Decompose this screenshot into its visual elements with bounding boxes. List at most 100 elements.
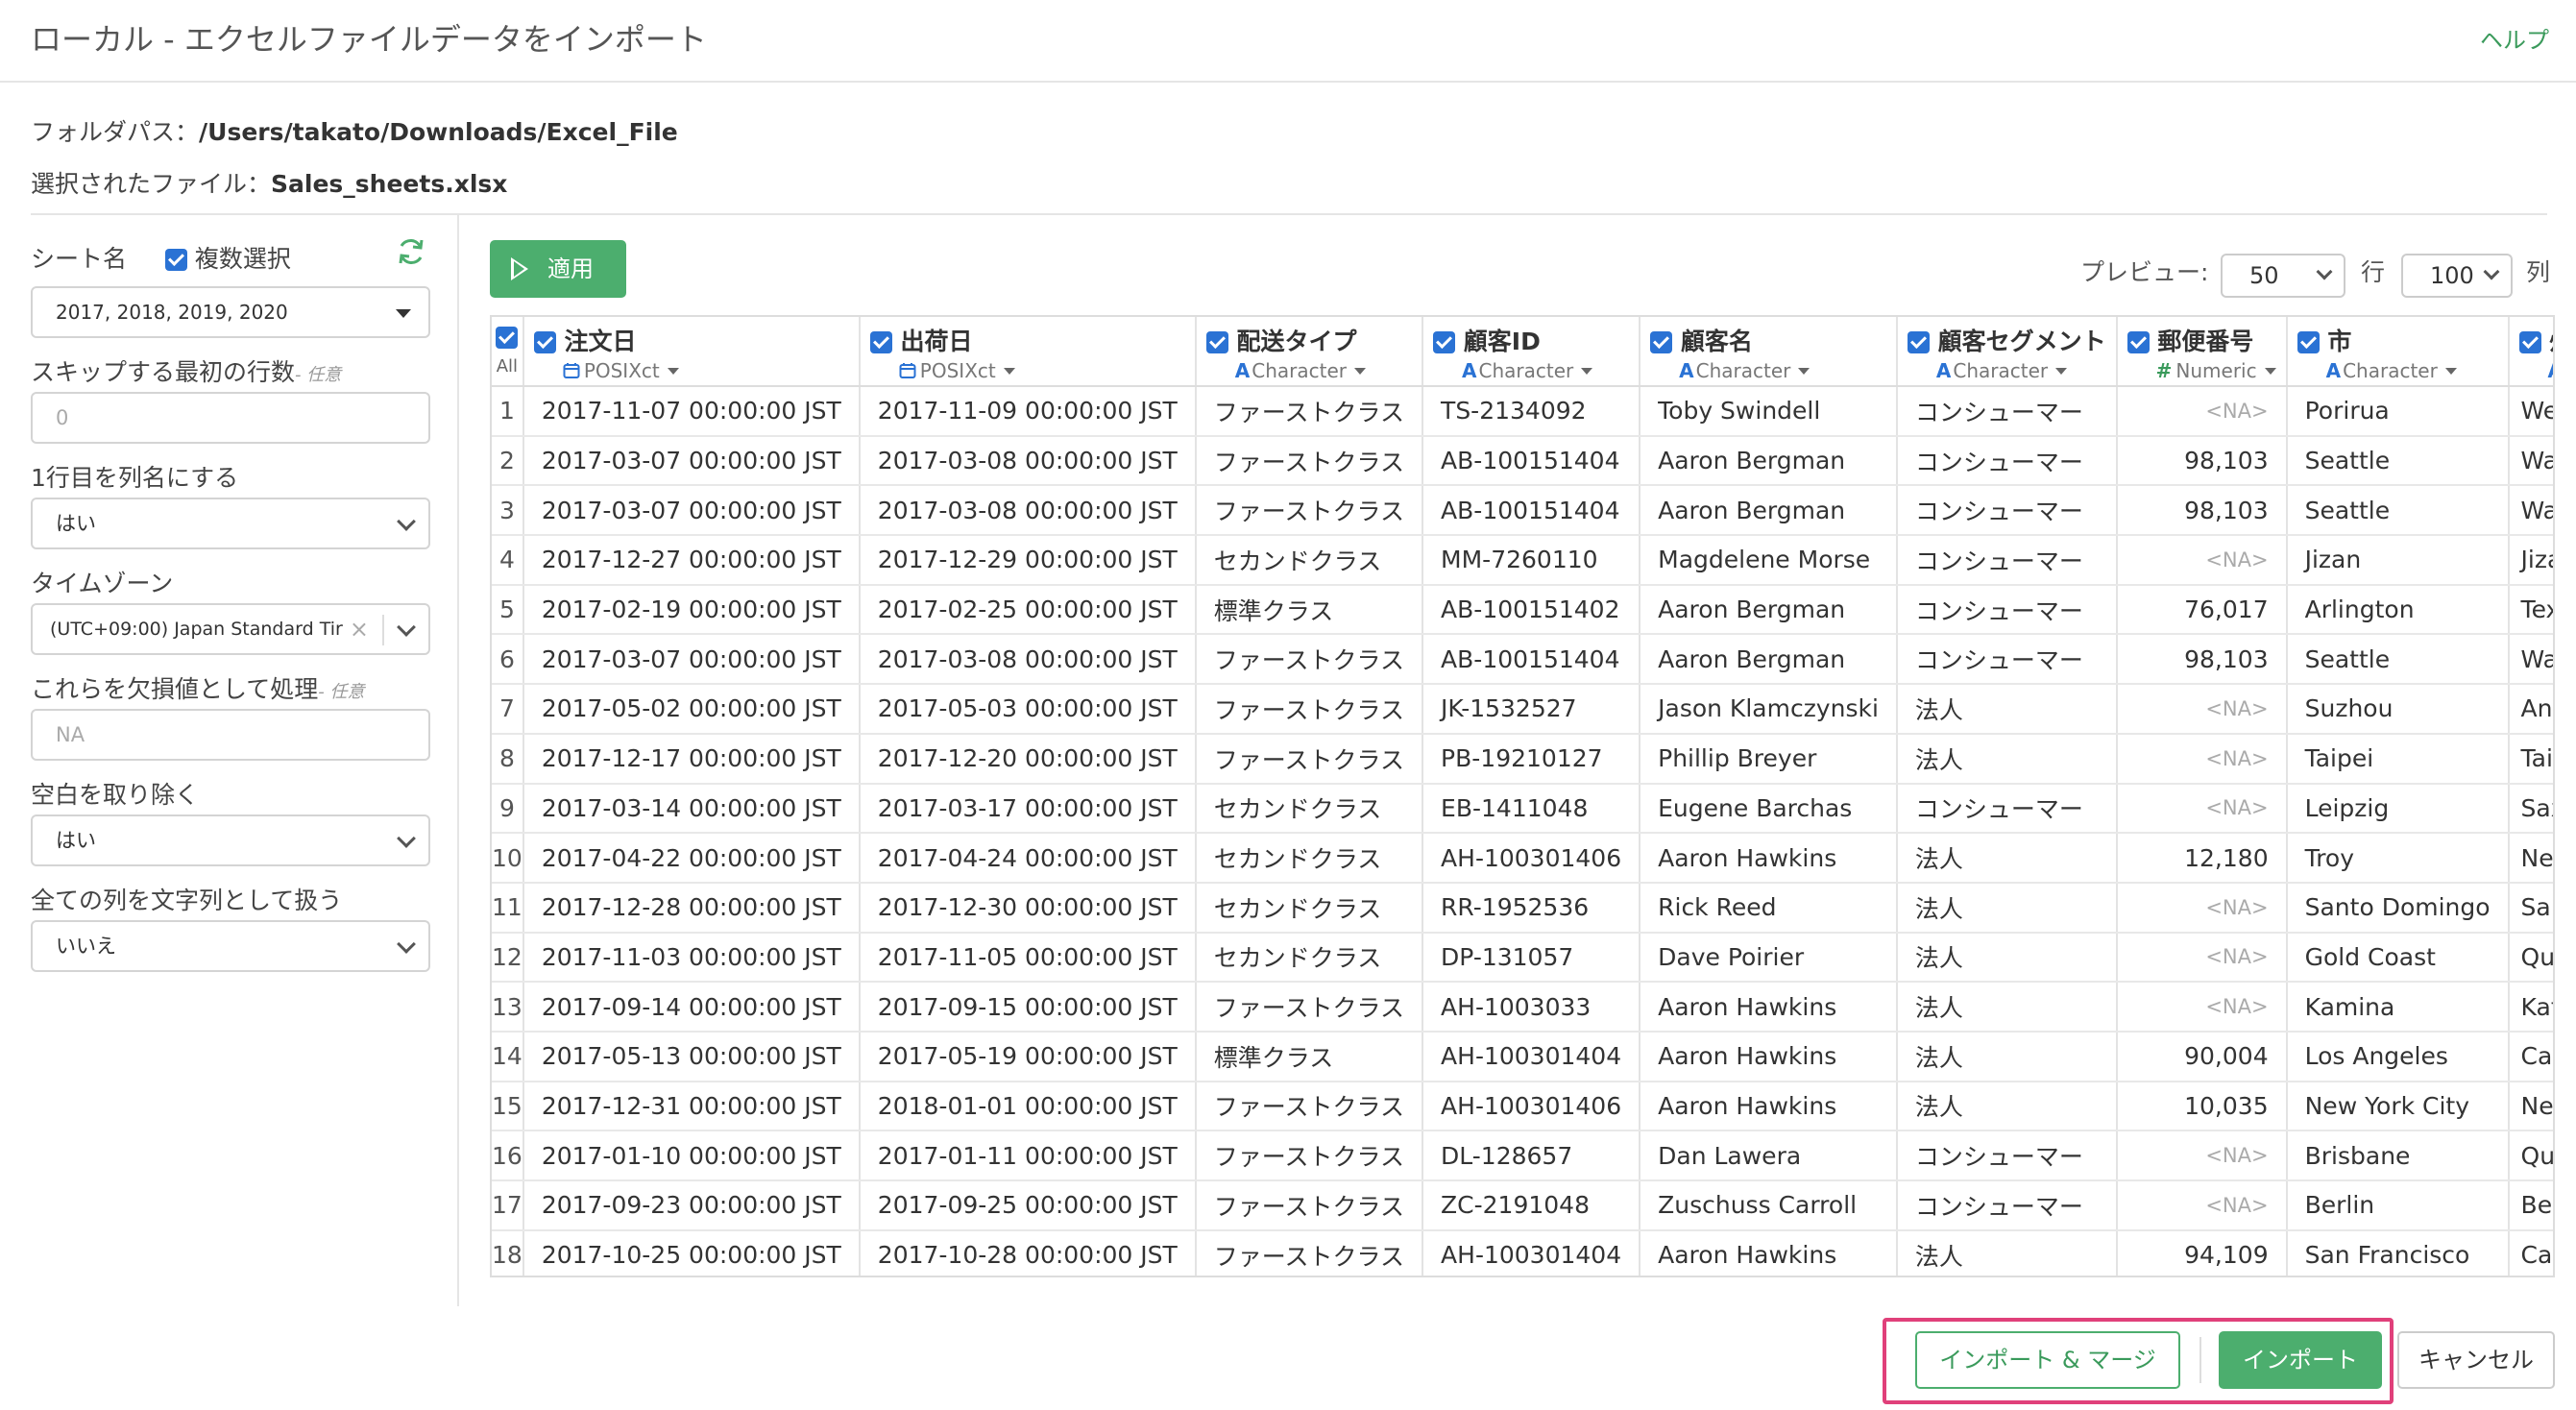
column-header[interactable]: 郵便番号 # Numeric bbox=[2116, 317, 2288, 387]
skip-rows-label-row: スキップする最初の行数- 任意 bbox=[31, 353, 341, 388]
timezone-select[interactable]: (UTC+09:00) Japan Standard Tir × bbox=[31, 603, 430, 655]
selected-file: 選択されたファイル：Sales_sheets.xlsx bbox=[31, 165, 507, 200]
column-type: POSIXct bbox=[583, 359, 660, 382]
column-checkbox[interactable] bbox=[533, 331, 556, 353]
row-number: 11 bbox=[492, 882, 524, 934]
caret-down-icon bbox=[1354, 368, 1367, 375]
table-cell: 2017-12-27 00:00:00 JST bbox=[522, 535, 861, 586]
table-cell: 98,103 bbox=[2116, 485, 2288, 537]
select-all-checkbox[interactable] bbox=[496, 327, 519, 349]
table-cell: 法人 bbox=[1896, 1031, 2118, 1082]
trim-select[interactable]: はい bbox=[31, 814, 430, 866]
na-input[interactable]: NA bbox=[31, 709, 430, 761]
column-type-selector[interactable]: POSIXct bbox=[534, 359, 849, 382]
column-name: 顧客名 bbox=[1680, 328, 1753, 355]
column-type-selector[interactable]: AC bbox=[2519, 359, 2553, 382]
chevron-down-icon bbox=[2316, 263, 2333, 280]
column-header[interactable]: 顧客名 A Character bbox=[1640, 317, 1898, 387]
table-cell: 2017-04-22 00:00:00 JST bbox=[522, 833, 861, 884]
table-cell: New bbox=[2508, 1081, 2553, 1132]
column-header[interactable]: 顧客セグメント A Character bbox=[1896, 317, 2118, 387]
import-merge-button[interactable]: インポート & マージ bbox=[1915, 1331, 2180, 1389]
timezone-value: (UTC+09:00) Japan Standard Tir bbox=[50, 619, 343, 640]
column-checkbox[interactable] bbox=[1650, 331, 1673, 353]
sheet-select[interactable]: 2017, 2018, 2019, 2020 bbox=[31, 286, 430, 338]
skip-rows-placeholder: 0 bbox=[56, 406, 69, 429]
help-link[interactable]: ヘルプ bbox=[2480, 21, 2549, 55]
multi-select-checkbox[interactable] bbox=[164, 249, 187, 271]
dialog-title: ローカル - エクセルファイルデータをインポート bbox=[31, 21, 707, 58]
column-header[interactable]: 州 AC bbox=[2508, 317, 2553, 387]
preview-cols-select[interactable]: 100 bbox=[2401, 254, 2513, 298]
row-number: 2 bbox=[492, 435, 524, 487]
preview-rows-value: 50 bbox=[2249, 262, 2279, 289]
preview-cols-value: 100 bbox=[2430, 262, 2474, 289]
table-cell: 2017-12-29 00:00:00 JST bbox=[859, 535, 1197, 586]
table-cell: ファーストクラス bbox=[1195, 1180, 1424, 1231]
table-cell: 2017-10-28 00:00:00 JST bbox=[859, 1229, 1197, 1276]
column-header[interactable]: 配送タイプ A Character bbox=[1195, 317, 1424, 387]
table-cell: <NA> bbox=[2116, 982, 2288, 1033]
table-cell: コンシューマー bbox=[1896, 485, 2118, 537]
calendar-icon bbox=[563, 359, 584, 382]
column-header[interactable]: 市 A Character bbox=[2286, 317, 2510, 387]
select-all-column[interactable]: All bbox=[492, 317, 524, 387]
preview-table[interactable]: All 注文日 POSIXct 出荷日 POSIXct 配送タイプ A Characte… bbox=[490, 315, 2555, 1277]
column-type-selector[interactable]: A Character bbox=[2297, 359, 2498, 382]
row-number: 5 bbox=[492, 584, 524, 636]
column-type-selector[interactable]: A Character bbox=[1908, 359, 2106, 382]
table-cell: セカンドクラス bbox=[1195, 833, 1424, 884]
apply-button[interactable]: 適用 bbox=[490, 240, 626, 298]
table-cell: ファーストクラス bbox=[1195, 485, 1424, 537]
table-cell: Taipe bbox=[2508, 733, 2553, 785]
column-checkbox[interactable] bbox=[2126, 331, 2150, 353]
row-number: 12 bbox=[492, 932, 524, 984]
folder-path: フォルダパス：/Users/takato/Downloads/Excel_Fil… bbox=[31, 113, 678, 148]
column-checkbox[interactable] bbox=[2297, 331, 2320, 353]
character-icon: A bbox=[2548, 359, 2553, 382]
table-cell: AH-100301406 bbox=[1422, 833, 1641, 884]
refresh-icon[interactable] bbox=[396, 236, 426, 267]
table-cell: 2017-01-10 00:00:00 JST bbox=[522, 1130, 861, 1181]
na-placeholder: NA bbox=[56, 723, 85, 746]
table-cell: <NA> bbox=[2116, 733, 2288, 785]
table-row: 17 2017-09-23 00:00:00 JST 2017-09-25 00:0… bbox=[492, 1180, 2553, 1231]
table-cell: 2017-11-07 00:00:00 JST bbox=[522, 386, 861, 437]
skip-rows-input[interactable]: 0 bbox=[31, 392, 430, 444]
clear-icon[interactable]: × bbox=[350, 605, 369, 653]
table-cell: 2017-10-25 00:00:00 JST bbox=[522, 1229, 861, 1276]
column-type-selector[interactable]: # Numeric bbox=[2127, 359, 2276, 382]
column-type-selector[interactable]: A Character bbox=[1433, 359, 1629, 382]
column-checkbox[interactable] bbox=[2518, 331, 2541, 353]
table-cell: Porirua bbox=[2286, 386, 2510, 437]
import-button[interactable]: インポート bbox=[2219, 1331, 2382, 1389]
table-cell: 2017-12-30 00:00:00 JST bbox=[859, 882, 1197, 934]
column-checkbox[interactable] bbox=[1205, 331, 1228, 353]
preview-rows-select[interactable]: 50 bbox=[2221, 254, 2345, 298]
column-checkbox[interactable] bbox=[1907, 331, 1930, 353]
as-string-select[interactable]: いいえ bbox=[31, 920, 430, 972]
optional-hint: - 任意 bbox=[318, 682, 365, 702]
table-cell: Berli bbox=[2508, 1180, 2553, 1231]
all-label: All bbox=[496, 356, 519, 377]
cancel-button[interactable]: キャンセル bbox=[2397, 1331, 2555, 1389]
separator bbox=[382, 615, 384, 645]
column-header[interactable]: 出荷日 POSIXct bbox=[859, 317, 1197, 387]
table-row: 8 2017-12-17 00:00:00 JST 2017-12-20 00:00… bbox=[492, 733, 2553, 785]
column-checkbox[interactable] bbox=[1433, 331, 1456, 353]
selected-file-value: Sales_sheets.xlsx bbox=[271, 170, 508, 198]
table-cell: 2017-03-08 00:00:00 JST bbox=[859, 485, 1197, 537]
column-type-selector[interactable]: A Character bbox=[1650, 359, 1886, 382]
table-cell: AH-100301404 bbox=[1422, 1031, 1641, 1082]
header-row-select[interactable]: はい bbox=[31, 498, 430, 549]
column-type-selector[interactable]: POSIXct bbox=[870, 359, 1185, 382]
table-cell: 標準クラス bbox=[1195, 584, 1424, 636]
row-number: 4 bbox=[492, 535, 524, 586]
table-cell: Aaron Bergman bbox=[1640, 435, 1898, 487]
table-cell: 法人 bbox=[1896, 684, 2118, 735]
column-type-selector[interactable]: A Character bbox=[1206, 359, 1412, 382]
column-header[interactable]: 注文日 POSIXct bbox=[522, 317, 861, 387]
column-checkbox[interactable] bbox=[869, 331, 892, 353]
preview-label: プレビュー: bbox=[2080, 258, 2209, 286]
column-header[interactable]: 顧客ID A Character bbox=[1422, 317, 1641, 387]
